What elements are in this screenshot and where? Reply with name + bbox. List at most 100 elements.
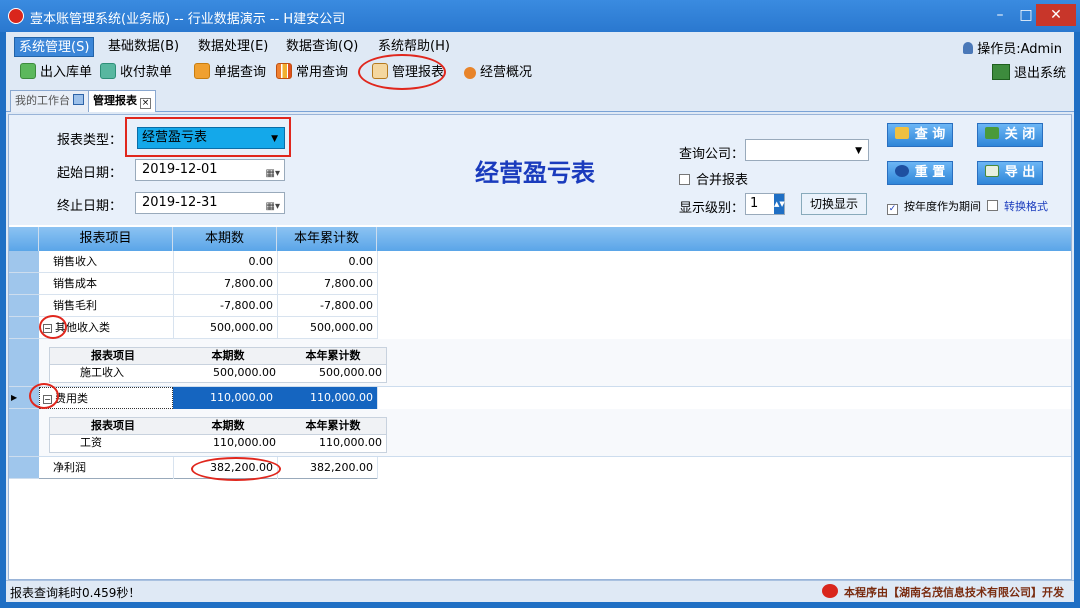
- toolbar: 出入库单 收付款单 单据查询 常用查询 管理报表 经营概况 退出系统: [6, 58, 1074, 86]
- query-button[interactable]: 查 询: [887, 123, 953, 147]
- cell-item: 销售毛利: [53, 299, 97, 312]
- col-header-ytd[interactable]: 本年累计数: [277, 227, 377, 251]
- end-date-field[interactable]: 2019-12-31 ▦▾: [135, 192, 285, 214]
- document-query-button[interactable]: 单据查询: [194, 62, 266, 84]
- cell-ytd: 110,000.00: [277, 387, 377, 409]
- column-divider: [377, 457, 378, 479]
- year-period-checkbox[interactable]: ✓: [887, 204, 898, 215]
- detail-row[interactable]: 施工收入 500,000.00 500,000.00: [49, 365, 387, 383]
- merge-checkbox[interactable]: [679, 174, 690, 185]
- menu-basic-data[interactable]: 基础数据(B): [104, 37, 183, 57]
- calendar-icon[interactable]: ▦▾: [266, 197, 280, 217]
- company-select[interactable]: ▼: [745, 139, 869, 161]
- close-label: 关 闭: [1004, 127, 1036, 142]
- detail-header: 报表项目 本期数 本年累计数: [49, 417, 387, 435]
- table-row-group-selected[interactable]: − 费用类 110,000.00 110,000.00: [39, 387, 377, 409]
- credit-text: 本程序由【湖南名茂信息技术有限公司】开发: [844, 586, 1064, 599]
- menu-bar: 系统管理(S) 基础数据(B) 数据处理(E) 数据查询(Q) 系统帮助(H) …: [6, 34, 1074, 58]
- cell-item: 净利润: [53, 461, 86, 474]
- cell-ytd: 382,200.00: [310, 461, 373, 474]
- cell-item: 销售成本: [53, 277, 97, 290]
- merge-report-option[interactable]: 合并报表: [679, 169, 748, 188]
- business-overview-button[interactable]: 经营概况: [464, 62, 532, 84]
- payment-label: 收付款单: [120, 65, 173, 80]
- report-panel: 报表类型： 经营盈亏表 ▼ 起始日期： 2019-12-01 ▦▾ 终止日期： 20…: [8, 114, 1072, 580]
- cell-ytd: 0.00: [348, 255, 374, 268]
- exit-icon: [991, 64, 1010, 80]
- detail-row[interactable]: 工资 110,000.00 110,000.00: [49, 435, 387, 453]
- cell-current: 110,000.00: [173, 387, 277, 409]
- close-window-button[interactable]: ✕: [1036, 4, 1076, 26]
- column-divider: [377, 387, 378, 409]
- row-indicator[interactable]: [9, 251, 39, 273]
- title-bar: 壹本账管理系统(业务版) -- 行业数据演示 -- H建安公司 – □ ✕: [0, 0, 1080, 32]
- row-indicator: [9, 409, 39, 457]
- convert-checkbox[interactable]: [987, 200, 998, 211]
- table-row-group[interactable]: − 其他收入类 500,000.00 500,000.00: [39, 317, 377, 339]
- cell-current: 0.00: [248, 255, 274, 268]
- tab-bar: 我的工作台 管理报表 ×: [6, 88, 1074, 112]
- calendar-icon[interactable]: ▦▾: [266, 164, 280, 184]
- menu-data-query[interactable]: 数据查询(Q): [282, 37, 362, 57]
- company-label: 查询公司：: [679, 147, 745, 162]
- app-window: 壹本账管理系统(业务版) -- 行业数据演示 -- H建安公司 – □ ✕ 系统…: [0, 0, 1080, 608]
- company-logo-icon: [822, 584, 838, 598]
- overview-icon: [464, 67, 476, 79]
- menu-data-processing[interactable]: 数据处理(E): [194, 37, 272, 57]
- menu-system[interactable]: 系统管理(S): [14, 37, 95, 57]
- bar-chart-icon: [276, 63, 292, 79]
- detail-col-current[interactable]: 本期数: [176, 418, 280, 434]
- table-row[interactable]: 销售毛利 -7,800.00 -7,800.00: [39, 295, 377, 317]
- end-date-label: 终止日期：: [57, 199, 123, 214]
- close-button[interactable]: 关 闭: [977, 123, 1043, 147]
- col-header-current[interactable]: 本期数: [173, 227, 277, 251]
- start-date-field[interactable]: 2019-12-01 ▦▾: [135, 159, 285, 181]
- table-row[interactable]: 销售成本 7,800.00 7,800.00: [39, 273, 377, 295]
- convert-format-option[interactable]: 转换格式: [987, 198, 1048, 214]
- close-tab-icon[interactable]: ×: [140, 98, 151, 109]
- detail-col-item[interactable]: 报表项目: [50, 418, 176, 434]
- app-logo-icon: [8, 8, 24, 24]
- tab-workbench[interactable]: 我的工作台: [10, 90, 89, 112]
- detail-current: 110,000.00: [213, 436, 276, 449]
- table-row[interactable]: 销售收入 0.00 0.00: [39, 251, 377, 273]
- payment-button[interactable]: 收付款单: [100, 62, 172, 84]
- year-period-option[interactable]: ✓ 按年度作为期间: [887, 198, 981, 215]
- detail-col-item[interactable]: 报表项目: [50, 348, 176, 364]
- annotation-circle-expander: [29, 383, 59, 409]
- switch-display-button[interactable]: 切换显示: [801, 193, 868, 215]
- detail-col-current[interactable]: 本期数: [176, 348, 280, 364]
- stock-in-out-label: 出入库单: [40, 65, 93, 80]
- cell-current: 7,800.00: [224, 277, 273, 290]
- row-indicator[interactable]: [9, 273, 39, 295]
- document-icon: [194, 63, 210, 79]
- group-label: 费用类: [55, 392, 88, 405]
- annotation-circle-expander: [39, 315, 67, 339]
- level-value: 1: [750, 196, 759, 211]
- detail-ytd: 500,000.00: [319, 366, 382, 379]
- row-indicator[interactable]: [9, 295, 39, 317]
- spinner-arrows-icon[interactable]: ▲▼: [774, 194, 785, 214]
- level-spinner[interactable]: 1 ▲▼: [745, 193, 785, 215]
- cell-ytd: 7,800.00: [324, 277, 373, 290]
- detail-col-ytd[interactable]: 本年累计数: [280, 348, 386, 364]
- detail-panel-income: 报表项目 本期数 本年累计数 施工收入 500,000.00 500,000.0…: [39, 339, 1071, 387]
- tab-management-report[interactable]: 管理报表 ×: [88, 90, 156, 112]
- stock-in-out-button[interactable]: 出入库单: [20, 62, 92, 84]
- col-header-item[interactable]: 报表项目: [39, 227, 173, 251]
- common-query-button[interactable]: 常用查询: [276, 62, 348, 84]
- export-button[interactable]: 导 出: [977, 161, 1043, 185]
- column-divider: [377, 251, 378, 339]
- row-indicator[interactable]: [9, 317, 39, 339]
- reset-button[interactable]: 重 置: [887, 161, 953, 185]
- reset-label: 重 置: [914, 165, 946, 180]
- stock-icon: [20, 63, 36, 79]
- row-indicator[interactable]: [9, 457, 39, 479]
- start-date-label: 起始日期：: [57, 166, 123, 181]
- detail-col-ytd[interactable]: 本年累计数: [280, 418, 386, 434]
- exit-system-button[interactable]: 退出系统: [991, 62, 1066, 81]
- export-label: 导 出: [1004, 165, 1036, 180]
- operator-text: 操作员:Admin: [977, 42, 1062, 57]
- convert-format-label: 转换格式: [1004, 200, 1048, 213]
- query-label: 查 询: [914, 127, 946, 142]
